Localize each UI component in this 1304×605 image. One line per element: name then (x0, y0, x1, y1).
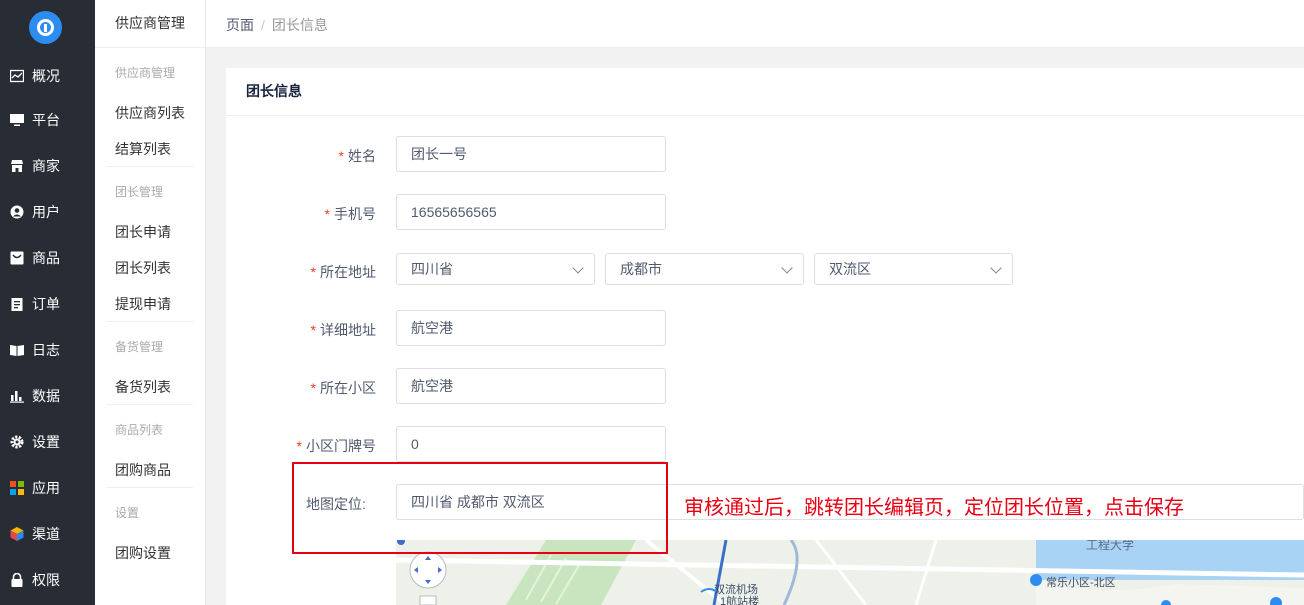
nav-label: 应用 (32, 480, 60, 496)
user-icon (10, 205, 24, 219)
map-label-airport: 双流机场 (714, 582, 758, 596)
nav-label: 平台 (32, 112, 60, 128)
chart-icon (10, 69, 24, 83)
door-number-label: * 小区门牌号 (296, 438, 376, 454)
door-number-input[interactable]: 0 (396, 426, 666, 462)
submenu-group-title: 商品列表 (115, 423, 164, 437)
submenu-group-title: 供应商管理 (115, 66, 176, 80)
submenu-item-group-products[interactable]: 团购商品 (115, 460, 171, 480)
chevron-down-icon (572, 262, 584, 274)
breadcrumb-separator: / (261, 17, 265, 33)
nav-item-log[interactable]: 日志 (0, 330, 95, 370)
nav-label: 用户 (32, 204, 60, 220)
nav-item-settings[interactable]: 设置 (0, 422, 95, 462)
nav-label: 渠道 (32, 526, 60, 542)
nav-item-product[interactable]: 商品 (0, 238, 95, 278)
divider (107, 404, 193, 405)
nav-item-platform[interactable]: 平台 (0, 100, 95, 140)
apps-icon (10, 481, 24, 495)
detail-address-input[interactable]: 航空港 (396, 310, 666, 346)
store-icon (10, 159, 24, 173)
gear-icon (10, 435, 24, 449)
district-select[interactable]: 双流区 (814, 253, 1013, 285)
nav-label: 商品 (32, 250, 60, 266)
submenu-item-supplier-list[interactable]: 供应商列表 (115, 103, 185, 123)
breadcrumb-home[interactable]: 页面 (226, 17, 254, 33)
address-label: * 所在地址 (310, 264, 376, 280)
nav-label: 订单 (32, 296, 60, 312)
log-icon (10, 343, 24, 357)
submenu-item-leader-list[interactable]: 团长列表 (115, 258, 171, 278)
product-icon (10, 251, 24, 265)
nav-label: 概况 (32, 68, 60, 84)
submenu-item-settlement-list[interactable]: 结算列表 (115, 139, 171, 159)
map-label-terminal: 1航站楼 (720, 594, 759, 605)
submenu-item-stock-list[interactable]: 备货列表 (115, 377, 171, 397)
submenu-group-title: 团长管理 (115, 185, 164, 199)
community-input[interactable]: 航空港 (396, 368, 666, 404)
community-label: * 所在小区 (310, 380, 376, 396)
breadcrumb-current: 团长信息 (271, 17, 328, 33)
phone-input[interactable]: 16565656565 (396, 194, 666, 230)
monitor-icon (10, 113, 24, 127)
map-view[interactable]: 工程大学 常乐小区-北区 双流机场 1航站楼 (396, 540, 1304, 605)
submenu: 供应商管理 供应商管理 供应商列表 结算列表 团长管理 团长申请 团长列表 提现… (95, 0, 206, 605)
nav-item-channel[interactable]: 渠道 (0, 514, 95, 554)
divider (107, 487, 193, 488)
chevron-down-icon (990, 262, 1002, 274)
divider (107, 321, 193, 322)
nav-item-apps[interactable]: 应用 (0, 468, 95, 508)
nav-item-data[interactable]: 数据 (0, 376, 95, 416)
map-location-label: 地图定位: (306, 496, 366, 512)
submenu-item-withdraw-apply[interactable]: 提现申请 (115, 294, 171, 314)
lock-icon (10, 573, 24, 587)
nav-item-user[interactable]: 用户 (0, 192, 95, 232)
nav-item-overview[interactable]: 概况 (0, 56, 95, 96)
breadcrumb: 页面 / 团长信息 (226, 15, 328, 35)
nav-item-order[interactable]: 订单 (0, 284, 95, 324)
nav-label: 数据 (32, 388, 60, 404)
nav-label: 设置 (32, 434, 60, 450)
submenu-title: 供应商管理 (95, 0, 205, 48)
leader-info-card: 团长信息 (226, 68, 1304, 605)
main-nav: 概况 平台 商家 用户 商品 订单 日志 数据 设置 应用 渠道 权限 (0, 0, 95, 605)
nav-item-permission[interactable]: 权限 (0, 560, 95, 600)
phone-label: * 手机号 (324, 206, 376, 222)
divider (107, 166, 193, 167)
submenu-group-title: 设置 (115, 506, 140, 520)
card-title: 团长信息 (226, 68, 1304, 116)
name-label: * 姓名 (338, 148, 376, 164)
nav-label: 权限 (32, 572, 60, 588)
logo-icon[interactable] (29, 11, 62, 44)
chevron-down-icon (781, 262, 793, 274)
province-select[interactable]: 四川省 (396, 253, 595, 285)
map-label-community: 常乐小区-北区 (1046, 576, 1116, 589)
bar-chart-icon (10, 389, 24, 403)
order-icon (10, 297, 24, 311)
nav-label: 商家 (32, 158, 60, 174)
top-header: 页面 / 团长信息 (206, 0, 1304, 48)
map-label-university: 工程大学 (1086, 540, 1134, 552)
nav-item-merchant[interactable]: 商家 (0, 146, 95, 186)
submenu-item-group-settings[interactable]: 团购设置 (115, 543, 171, 563)
cube-icon (10, 527, 24, 541)
nav-label: 日志 (32, 342, 60, 358)
city-select[interactable]: 成都市 (605, 253, 804, 285)
submenu-group-title: 备货管理 (115, 340, 164, 354)
name-input[interactable]: 团长一号 (396, 136, 666, 172)
map-canvas: 工程大学 常乐小区-北区 双流机场 1航站楼 (396, 540, 1304, 605)
detail-address-label: * 详细地址 (310, 322, 376, 338)
submenu-item-leader-apply[interactable]: 团长申请 (115, 222, 171, 242)
annotation-text: 审核通过后，跳转团长编辑页，定位团长位置，点击保存 (684, 497, 1184, 519)
